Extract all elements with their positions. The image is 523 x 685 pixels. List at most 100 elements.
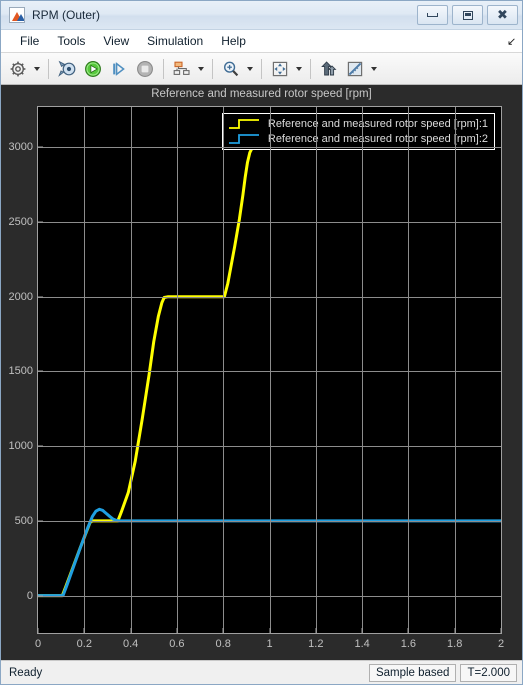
status-message: Ready [9,666,43,679]
y-tick-mark [38,445,43,447]
grid-line-horizontal [38,446,501,448]
x-tick-label: 0 [34,638,42,650]
title-bar: RPM (Outer) ✖ [1,1,522,30]
x-tick-mark [222,628,224,633]
grid-line-vertical [223,107,225,633]
grid-line-horizontal [38,222,501,224]
close-button[interactable]: ✖ [487,5,518,25]
y-tick-mark [38,370,43,372]
chart-title: Reference and measured rotor speed [rpm] [151,88,372,100]
signal-selector-icon[interactable] [169,56,195,82]
x-tick-mark [407,628,409,633]
toolbar-separator-3 [212,58,213,79]
x-tick-label: 0.6 [169,638,185,650]
y-tick-mark [38,146,43,148]
grid-line-vertical [315,107,317,633]
menu-tools[interactable]: Tools [48,32,94,50]
x-tick-label: 1.4 [354,638,370,650]
y-tick-label: 1500 [8,365,33,378]
minimize-button[interactable] [417,5,448,25]
frame-mode-indicator[interactable]: Sample based [368,663,457,682]
signal-selector-caret[interactable] [195,56,207,82]
menu-simulation[interactable]: Simulation [138,32,212,50]
x-tick-label: 0.8 [215,638,231,650]
y-tick-label: 0 [26,589,33,602]
grid-line-horizontal [38,296,501,298]
legend-row[interactable]: Reference and measured rotor speed [rpm]… [227,132,488,146]
run-icon[interactable] [80,56,106,82]
menu-help[interactable]: Help [212,32,255,50]
x-tick-label: 0.4 [122,638,139,650]
grid-line-vertical [84,107,86,633]
x-tick-mark [454,628,456,633]
x-tick-mark [500,628,502,633]
stop-icon[interactable] [132,56,158,82]
y-tick-mark [38,595,43,597]
y-tick-mark [38,296,43,298]
autoscale-icon[interactable] [267,56,293,82]
grid-line-horizontal [38,520,501,522]
close-icon: ✖ [497,7,508,23]
toolbar-separator-2 [163,58,164,79]
grid-line-vertical [362,107,364,633]
y-tick-label: 500 [14,514,33,527]
grid-line-vertical [408,107,410,633]
measurements-icon[interactable] [342,56,368,82]
window-controls: ✖ [417,5,518,25]
grid-line-vertical [269,107,271,633]
grid-line-horizontal [38,147,501,149]
x-tick-mark [269,628,270,633]
grid-line-horizontal [38,595,501,597]
minimize-icon [427,13,438,17]
x-tick-label: 1.6 [400,638,417,650]
configuration-properties-caret[interactable] [31,56,43,82]
chart-axes[interactable]: Reference and measured rotor speed [rpm]… [9,106,504,650]
x-tick-label: 1.2 [308,638,324,650]
status-bar: Ready Sample based T=2.000 [1,660,522,684]
y-tick-label: 3000 [8,141,33,154]
autoscale-caret[interactable] [293,56,305,82]
simulation-time-indicator[interactable]: T=2.000 [460,663,517,682]
y-tick-label: 1000 [8,440,33,453]
toolbar-separator-4 [261,58,262,79]
cursor-measurements-icon[interactable] [316,56,342,82]
y-tick-label: 2500 [8,216,33,229]
x-tick-label: 2 [497,638,505,650]
zoom-in-icon[interactable] [218,56,244,82]
toolbar-separator-1 [48,58,49,79]
scope-window: RPM (Outer) ✖ File Tools View Simulation… [0,0,523,685]
menu-view[interactable]: View [94,32,138,50]
restore-icon [462,10,473,20]
toolbar-separator-5 [310,58,311,79]
x-tick-mark [176,628,178,633]
matlab-scope-icon [9,7,25,23]
plot-area: Reference and measured rotor speed [rpm]… [1,85,522,660]
toolbar [1,53,522,85]
zoom-in-caret[interactable] [244,56,256,82]
step-forward-icon[interactable] [106,56,132,82]
window-title: RPM (Outer) [32,8,101,22]
y-tick-label: 2000 [8,290,33,303]
x-tick-mark [37,628,39,633]
menu-overflow-arrow-icon[interactable]: ↘ [501,35,516,48]
x-tick-mark [83,628,85,633]
legend-swatch-step-icon [228,119,259,129]
legend-row[interactable]: Reference and measured rotor speed [rpm]… [227,117,488,131]
x-tick-mark [315,628,317,633]
grid-line-vertical [176,107,178,633]
legend-swatch-step-icon [228,134,259,144]
x-tick-label: 1.8 [447,638,463,650]
run-simulation-fast-icon[interactable] [54,56,80,82]
y-tick-mark [38,520,43,522]
grid-line-vertical [130,107,132,633]
restore-button[interactable] [452,5,483,25]
menu-bar: File Tools View Simulation Help ↘ [1,30,522,53]
y-tick-mark [38,221,43,223]
x-tick-mark [361,628,363,633]
measurements-caret[interactable] [368,56,380,82]
configuration-properties-icon[interactable] [5,56,31,82]
grid-line-vertical [454,107,456,633]
x-tick-label: 1 [266,638,273,650]
x-tick-mark [130,628,132,633]
menu-file[interactable]: File [11,32,48,50]
